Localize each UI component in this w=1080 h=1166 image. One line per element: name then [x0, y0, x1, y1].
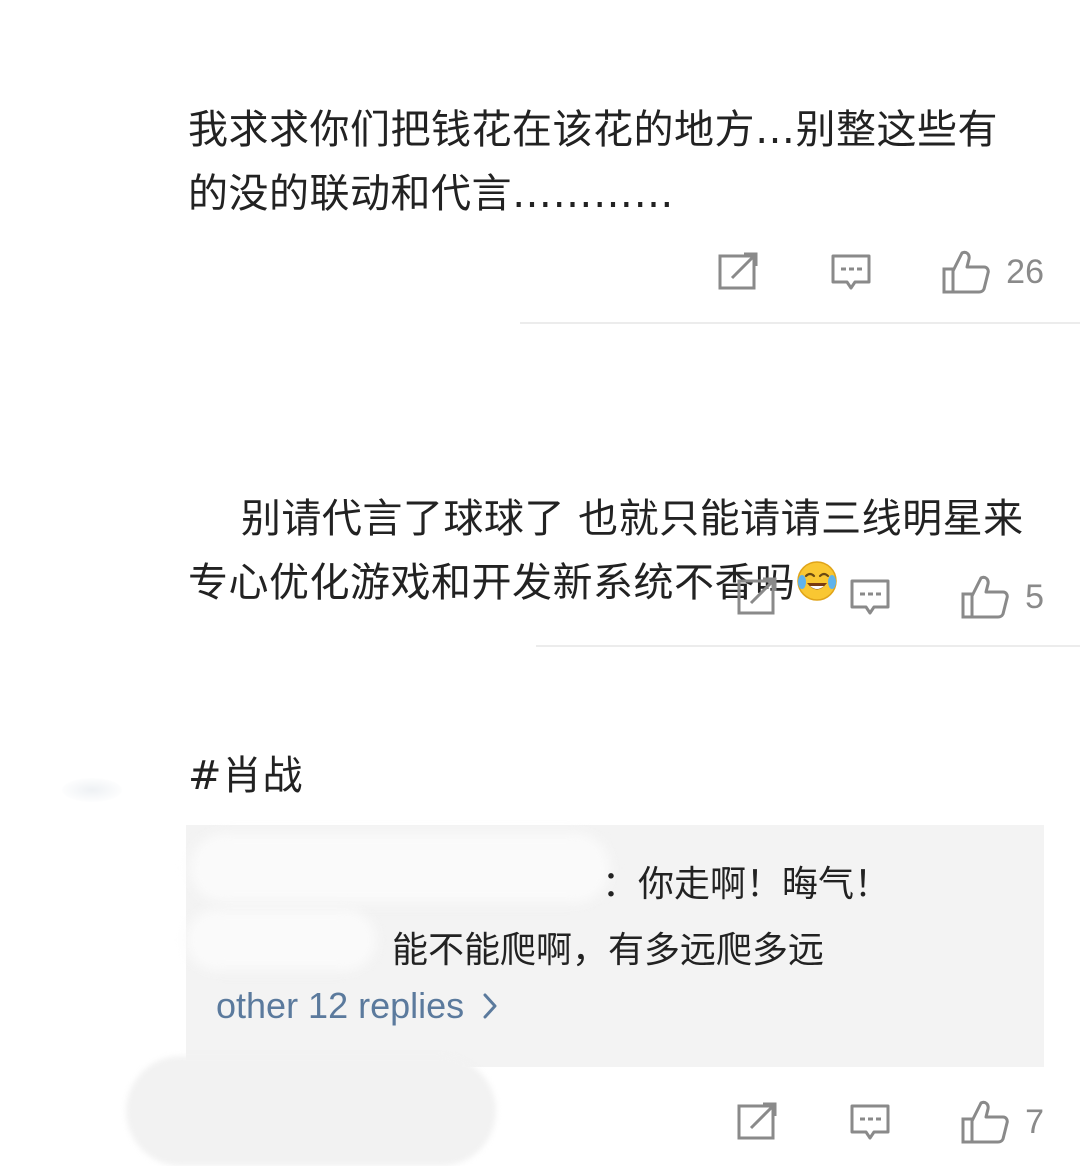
reply-preview-box[interactable]: ：你走啊！晦气！ 能不能爬啊，有多远爬多远 other 12 replies — [186, 825, 1044, 1067]
like-count: 7 — [1025, 1102, 1044, 1141]
thumbs-up-icon — [942, 250, 990, 294]
share-button[interactable] — [718, 244, 760, 300]
thumbs-up-icon — [961, 1100, 1009, 1144]
more-replies-label: other 12 replies — [216, 985, 465, 1026]
like-count: 5 — [1025, 577, 1044, 616]
like-button[interactable]: 26 — [942, 244, 1044, 300]
comment-divider — [536, 645, 1080, 647]
share-button[interactable] — [737, 1094, 779, 1150]
comment-icon — [850, 1104, 890, 1140]
comment-item: 我求求你们把钱花在该花的地方…别整这些有的没的联动和代言………… 26 — [0, 0, 1080, 325]
comment-actions: 5 — [737, 569, 1044, 625]
comment-divider — [520, 322, 1080, 324]
comment-button[interactable] — [830, 244, 872, 300]
reply-text: ：你走啊！晦气！ — [602, 864, 891, 905]
redacted-username — [186, 909, 376, 971]
comment-text: 别请代言了球球了 也就只能请请三线明星来 专心优化游戏和开发新系统不香吗 — [188, 423, 1038, 679]
thumbs-up-icon — [961, 575, 1009, 619]
comment-text: 我求求你们把钱花在该花的地方…别整这些有的没的联动和代言………… — [188, 107, 998, 217]
comment-button[interactable] — [849, 1094, 891, 1150]
like-button[interactable]: 5 — [961, 569, 1044, 625]
share-icon — [737, 577, 777, 615]
comment-actions: 26 — [718, 244, 1044, 300]
like-count: 26 — [1006, 252, 1044, 291]
comment-button[interactable] — [849, 569, 891, 625]
comment-item: 别请代言了球球了 也就只能请请三线明星来 专心优化游戏和开发新系统不香吗 5 — [0, 325, 1080, 650]
comment-text: #肖战 — [188, 753, 304, 799]
share-icon — [718, 252, 758, 290]
share-button[interactable] — [737, 569, 779, 625]
chevron-right-icon — [483, 993, 497, 1019]
reply-text: 能不能爬啊，有多远爬多远 — [392, 930, 825, 971]
redacted-avatar — [126, 1056, 496, 1166]
comment-icon — [850, 579, 890, 615]
more-replies-link[interactable]: other 12 replies — [216, 985, 498, 1027]
share-icon — [737, 1102, 777, 1140]
comment-actions: 7 — [737, 1094, 1044, 1150]
like-button[interactable]: 7 — [961, 1094, 1044, 1150]
comment-icon — [831, 254, 871, 290]
redacted-username — [190, 833, 610, 903]
